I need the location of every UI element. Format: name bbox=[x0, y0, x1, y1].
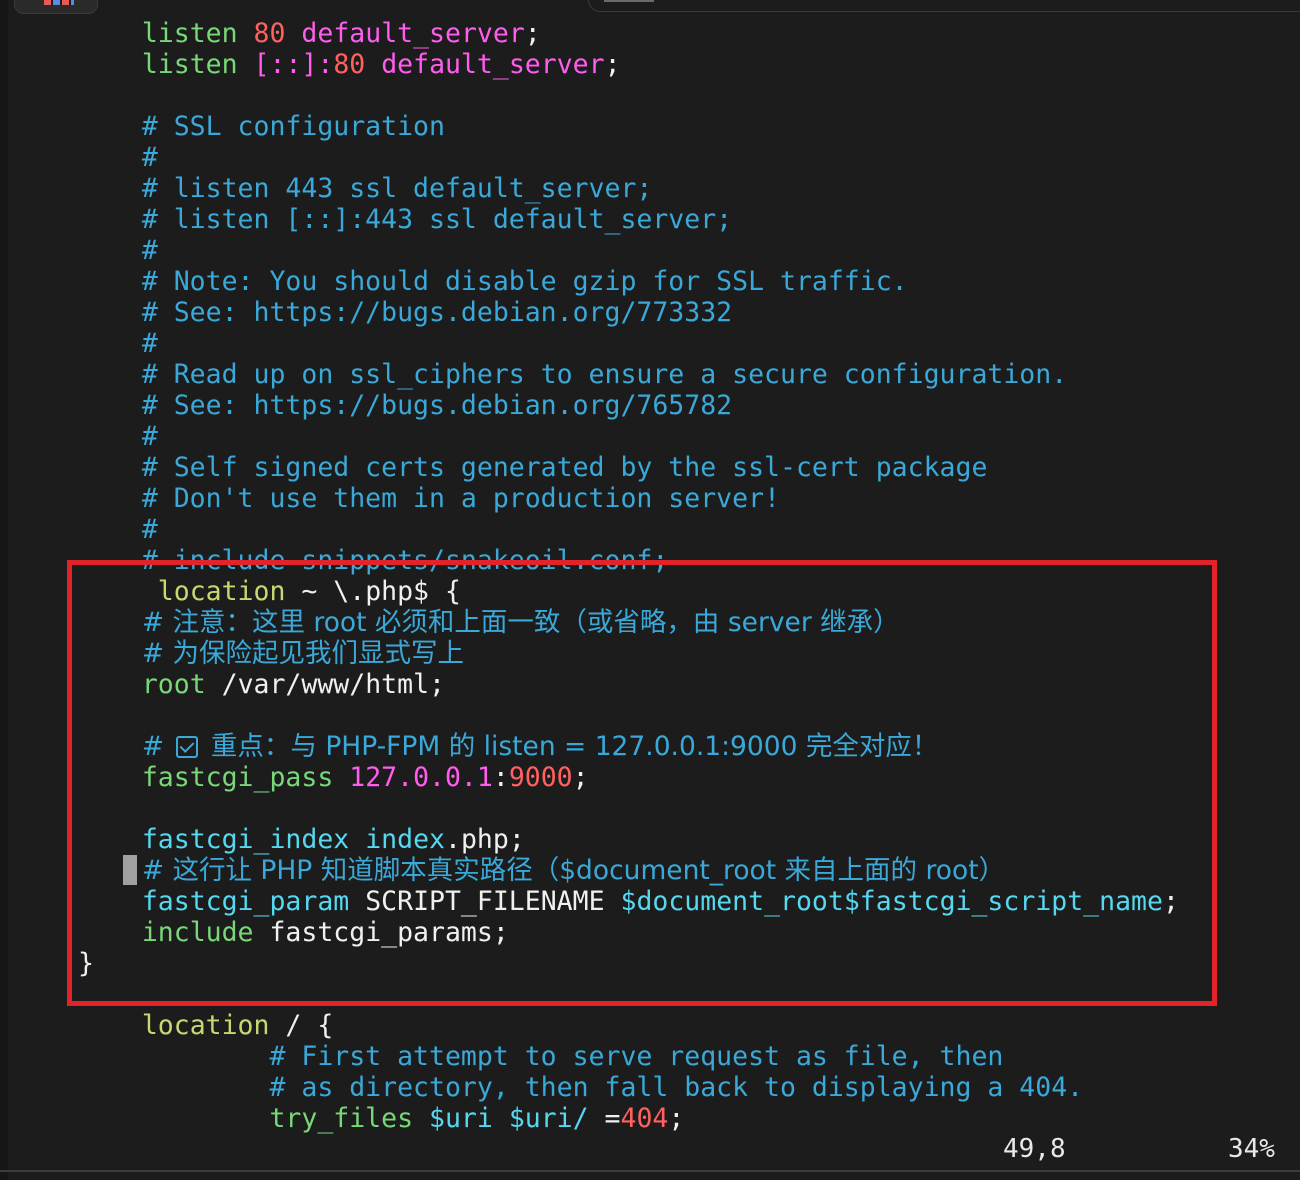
code-line[interactable]: # Don't use them in a production server! bbox=[78, 483, 1179, 514]
code-line[interactable]: # bbox=[78, 235, 1179, 266]
code-line[interactable]: # See: https://bugs.debian.org/773332 bbox=[78, 297, 1179, 328]
app-icon bbox=[44, 0, 74, 5]
code-token: default_server bbox=[301, 18, 525, 49]
code-token: listen bbox=[141, 49, 238, 80]
status-divider bbox=[0, 1170, 1300, 1172]
code-line[interactable] bbox=[78, 80, 1179, 111]
code-line[interactable]: # listen 443 ssl default_server; bbox=[78, 173, 1179, 204]
code-line[interactable]: listen 80 default_server; bbox=[78, 18, 1179, 49]
code-token: listen bbox=[141, 18, 238, 49]
code-token: [::]: bbox=[253, 49, 334, 80]
code-line[interactable]: # See: https://bugs.debian.org/765782 bbox=[78, 390, 1179, 421]
code-token: # bbox=[78, 421, 158, 452]
cursor-position: 49,8 bbox=[1003, 1134, 1066, 1164]
code-token: 80 bbox=[253, 18, 286, 49]
code-line[interactable]: # Note: You should disable gzip for SSL … bbox=[78, 266, 1179, 297]
code-line[interactable]: # bbox=[78, 328, 1179, 359]
tab-inactive-label bbox=[604, 0, 654, 2]
editor-gutter bbox=[0, 0, 8, 1180]
code-token: $uri/ bbox=[508, 1103, 589, 1134]
code-line[interactable]: # listen [::]:443 ssl default_server; bbox=[78, 204, 1179, 235]
code-token: 80 bbox=[333, 49, 366, 80]
code-token: location bbox=[141, 1010, 270, 1041]
code-token: ; bbox=[604, 49, 621, 80]
code-token: ; bbox=[668, 1103, 685, 1134]
code-line[interactable]: # bbox=[78, 421, 1179, 452]
code-token: # SSL configuration bbox=[78, 111, 445, 142]
scroll-percent: 34% bbox=[1228, 1134, 1275, 1164]
code-token: = bbox=[588, 1103, 621, 1134]
code-token: # First attempt to serve request as file… bbox=[78, 1041, 1004, 1072]
code-token: # See: https://bugs.debian.org/765782 bbox=[78, 390, 733, 421]
code-token: try_files bbox=[269, 1103, 414, 1134]
code-token: # bbox=[78, 514, 158, 545]
tab-bar bbox=[0, 0, 1300, 14]
code-line[interactable]: listen [::]:80 default_server; bbox=[78, 49, 1179, 80]
code-token: # bbox=[78, 142, 158, 173]
code-token: # Self signed certs generated by the ssl… bbox=[78, 452, 988, 483]
code-line[interactable]: try_files $uri $uri/ =404; bbox=[78, 1103, 1179, 1134]
code-line[interactable]: # bbox=[78, 514, 1179, 545]
tab-inactive[interactable] bbox=[588, 0, 1300, 12]
code-token: # listen 443 ssl default_server; bbox=[78, 173, 653, 204]
code-line[interactable]: # SSL configuration bbox=[78, 111, 1179, 142]
code-token: # Note: You should disable gzip for SSL … bbox=[78, 266, 908, 297]
code-line[interactable]: # bbox=[78, 142, 1179, 173]
code-line[interactable]: location / { bbox=[78, 1010, 1179, 1041]
code-token: # as directory, then fall back to displa… bbox=[78, 1072, 1084, 1103]
code-token: 404 bbox=[620, 1103, 669, 1134]
code-token: # Don't use them in a production server! bbox=[78, 483, 780, 514]
code-token: / { bbox=[269, 1010, 334, 1041]
code-token: # bbox=[78, 328, 158, 359]
code-line[interactable]: # First attempt to serve request as file… bbox=[78, 1041, 1179, 1072]
highlight-box bbox=[67, 560, 1217, 1006]
code-line[interactable]: # as directory, then fall back to displa… bbox=[78, 1072, 1179, 1103]
code-line[interactable]: # Self signed certs generated by the ssl… bbox=[78, 452, 1179, 483]
code-token: # See: https://bugs.debian.org/773332 bbox=[78, 297, 733, 328]
code-token: default_server bbox=[381, 49, 605, 80]
code-token: # Read up on ssl_ciphers to ensure a sec… bbox=[78, 359, 1068, 390]
code-token: ; bbox=[524, 18, 541, 49]
code-token: # listen [::]:443 ssl default_server; bbox=[78, 204, 733, 235]
code-token: $uri bbox=[429, 1103, 493, 1134]
code-token: # bbox=[78, 235, 158, 266]
code-line[interactable]: # Read up on ssl_ciphers to ensure a sec… bbox=[78, 359, 1179, 390]
